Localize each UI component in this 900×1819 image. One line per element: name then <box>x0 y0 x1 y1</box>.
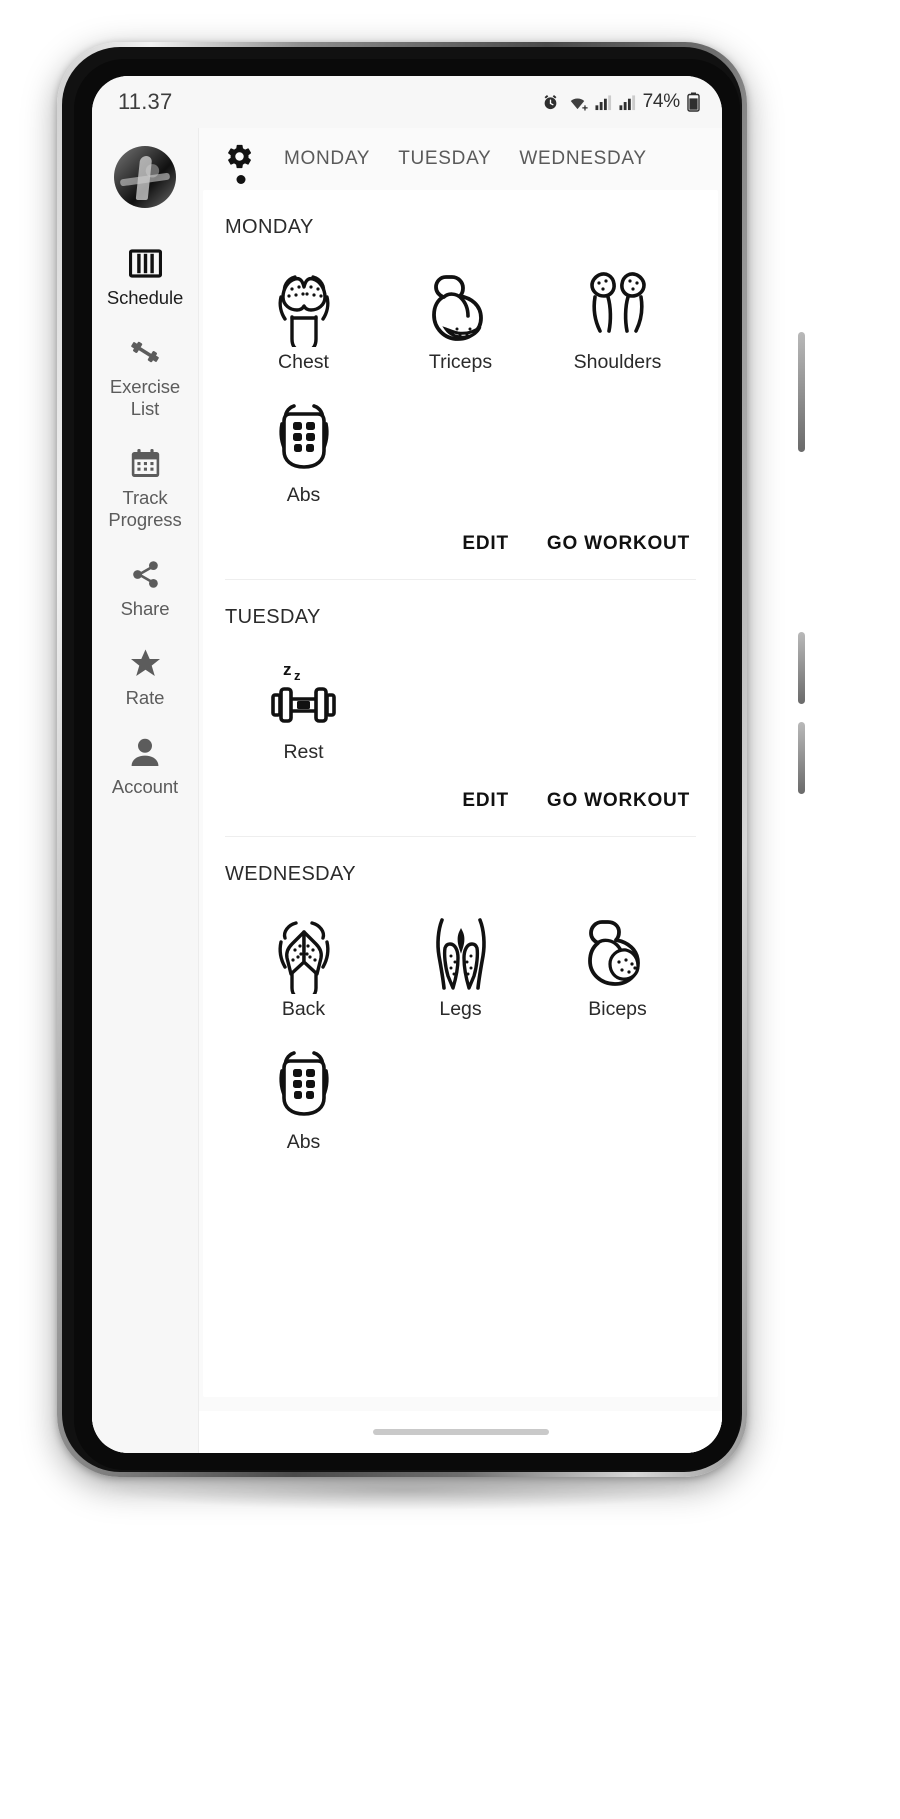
svg-text:z: z <box>283 660 292 679</box>
rest-dumbbell-icon: z z <box>261 653 347 737</box>
abs-icon <box>263 1043 345 1127</box>
muscle-item[interactable]: Biceps <box>539 904 696 1031</box>
status-bar: 11.37 74% <box>92 76 722 128</box>
muscle-label: Chest <box>278 351 329 373</box>
settings-tab[interactable] <box>211 128 270 190</box>
battery-icon <box>687 92 700 112</box>
phone-bezel: 11.37 74% Schedule Exercise List Track P… <box>74 59 740 1470</box>
muscle-item[interactable]: Chest <box>225 257 382 384</box>
day-section-tuesday: TUESDAY z z Rest EDIT GO WORKOUT <box>203 580 718 836</box>
person-icon <box>130 735 160 769</box>
muscle-label: Triceps <box>428 351 493 373</box>
muscle-grid: Chest Triceps Shoulders Abs <box>225 251 696 517</box>
volume-down-button[interactable] <box>798 632 805 704</box>
day-actions: EDIT GO WORKOUT <box>225 517 696 579</box>
day-title: TUESDAY <box>225 606 321 628</box>
sidebar-item-schedule[interactable]: Schedule <box>92 232 199 321</box>
sidebar-item-rate[interactable]: Rate <box>92 632 199 721</box>
tab-tuesday[interactable]: TUESDAY <box>384 128 505 190</box>
day-title: MONDAY <box>225 216 314 238</box>
calendar-icon <box>130 446 161 480</box>
edit-button[interactable]: EDIT <box>458 525 512 563</box>
svg-text:z: z <box>294 668 301 683</box>
tab-wednesday[interactable]: WEDNESDAY <box>505 128 660 190</box>
star-icon <box>129 646 162 680</box>
muscle-item[interactable]: Abs <box>225 390 382 517</box>
sidebar-item-label: Share <box>120 598 170 619</box>
muscle-item[interactable]: Legs <box>382 904 539 1031</box>
signal-icon <box>595 94 611 110</box>
muscle-grid: Back Legs Biceps Abs <box>225 898 696 1164</box>
schedule-bars-icon <box>128 246 162 280</box>
shoulders-icon <box>575 263 661 347</box>
muscle-item[interactable]: Back <box>225 904 382 1031</box>
phone-inner-frame: 11.37 74% Schedule Exercise List Track P… <box>62 47 742 1472</box>
muscle-label: Legs <box>439 998 482 1020</box>
sidebar-item-label: Schedule <box>106 287 184 308</box>
abs-icon <box>263 396 345 480</box>
tab-monday[interactable]: MONDAY <box>270 128 384 190</box>
sidebar-item-exercise-list[interactable]: Exercise List <box>92 321 199 432</box>
day-section-wednesday: WEDNESDAY Back Legs Biceps Abs <box>203 837 718 1164</box>
sidebar-item-label: Track Progress <box>108 487 182 530</box>
muscle-item[interactable]: Triceps <box>382 257 539 384</box>
share-icon <box>130 557 161 591</box>
status-time: 11.37 <box>118 89 173 114</box>
main-content: MONDAY TUESDAY WEDNESDAY MONDAY Chest Tr… <box>199 128 722 1453</box>
battery-percent-label: 74% <box>642 91 681 112</box>
home-indicator[interactable] <box>372 1429 549 1435</box>
sidebar-item-share[interactable]: Share <box>92 543 199 632</box>
app-body: Schedule Exercise List Track Progress Sh… <box>92 128 722 1453</box>
legs-icon <box>420 910 502 994</box>
status-icons: 74% <box>541 91 700 113</box>
muscle-label: Abs <box>286 1131 321 1153</box>
chest-icon <box>263 263 345 347</box>
back-icon <box>263 910 345 994</box>
muscle-label: Abs <box>286 484 321 506</box>
muscle-label: Back <box>281 998 326 1020</box>
go-workout-button[interactable]: GO WORKOUT <box>543 525 694 563</box>
day-actions: EDIT GO WORKOUT <box>225 774 696 836</box>
sidebar-item-label: Rate <box>125 687 165 708</box>
tab-bar: MONDAY TUESDAY WEDNESDAY <box>199 128 722 190</box>
signal-icon <box>619 94 635 110</box>
sidebar-item-label: Exercise List <box>109 376 181 419</box>
muscle-label: Biceps <box>588 998 647 1020</box>
phone-device: 11.37 74% Schedule Exercise List Track P… <box>57 42 805 1477</box>
schedule-sheet: MONDAY Chest Triceps Shoulders Abs EDIT … <box>203 190 718 1397</box>
muscle-label: Shoulders <box>573 351 662 373</box>
wifi-icon <box>570 97 588 110</box>
phone-screen: 11.37 74% Schedule Exercise List Track P… <box>92 76 722 1453</box>
sidebar-nav: Schedule Exercise List Track Progress Sh… <box>92 128 199 1453</box>
muscle-label: Rest <box>283 741 324 763</box>
sidebar-item-label: Account <box>111 776 179 797</box>
alarm-icon <box>544 94 556 109</box>
edit-button[interactable]: EDIT <box>458 782 512 820</box>
power-button[interactable] <box>798 722 805 794</box>
avatar[interactable] <box>114 146 176 208</box>
tab-indicator-dot <box>236 175 245 184</box>
gear-icon <box>225 142 254 177</box>
muscle-grid: z z Rest <box>225 641 696 774</box>
day-section-monday: MONDAY Chest Triceps Shoulders Abs EDIT … <box>203 190 718 579</box>
muscle-item[interactable]: Abs <box>225 1037 382 1164</box>
dumbbell-icon <box>128 335 162 369</box>
go-workout-button[interactable]: GO WORKOUT <box>543 782 694 820</box>
volume-up-button[interactable] <box>798 332 805 452</box>
sidebar-item-account[interactable]: Account <box>92 721 199 810</box>
biceps-icon <box>577 910 659 994</box>
muscle-item[interactable]: z z Rest <box>225 647 382 774</box>
sidebar-item-track-progress[interactable]: Track Progress <box>92 432 199 543</box>
triceps-icon <box>420 263 502 347</box>
system-nav-bar <box>199 1411 722 1453</box>
muscle-item[interactable]: Shoulders <box>539 257 696 384</box>
day-title: WEDNESDAY <box>225 863 357 885</box>
screenshot-root: 11.37 74% Schedule Exercise List Track P… <box>0 0 900 1819</box>
